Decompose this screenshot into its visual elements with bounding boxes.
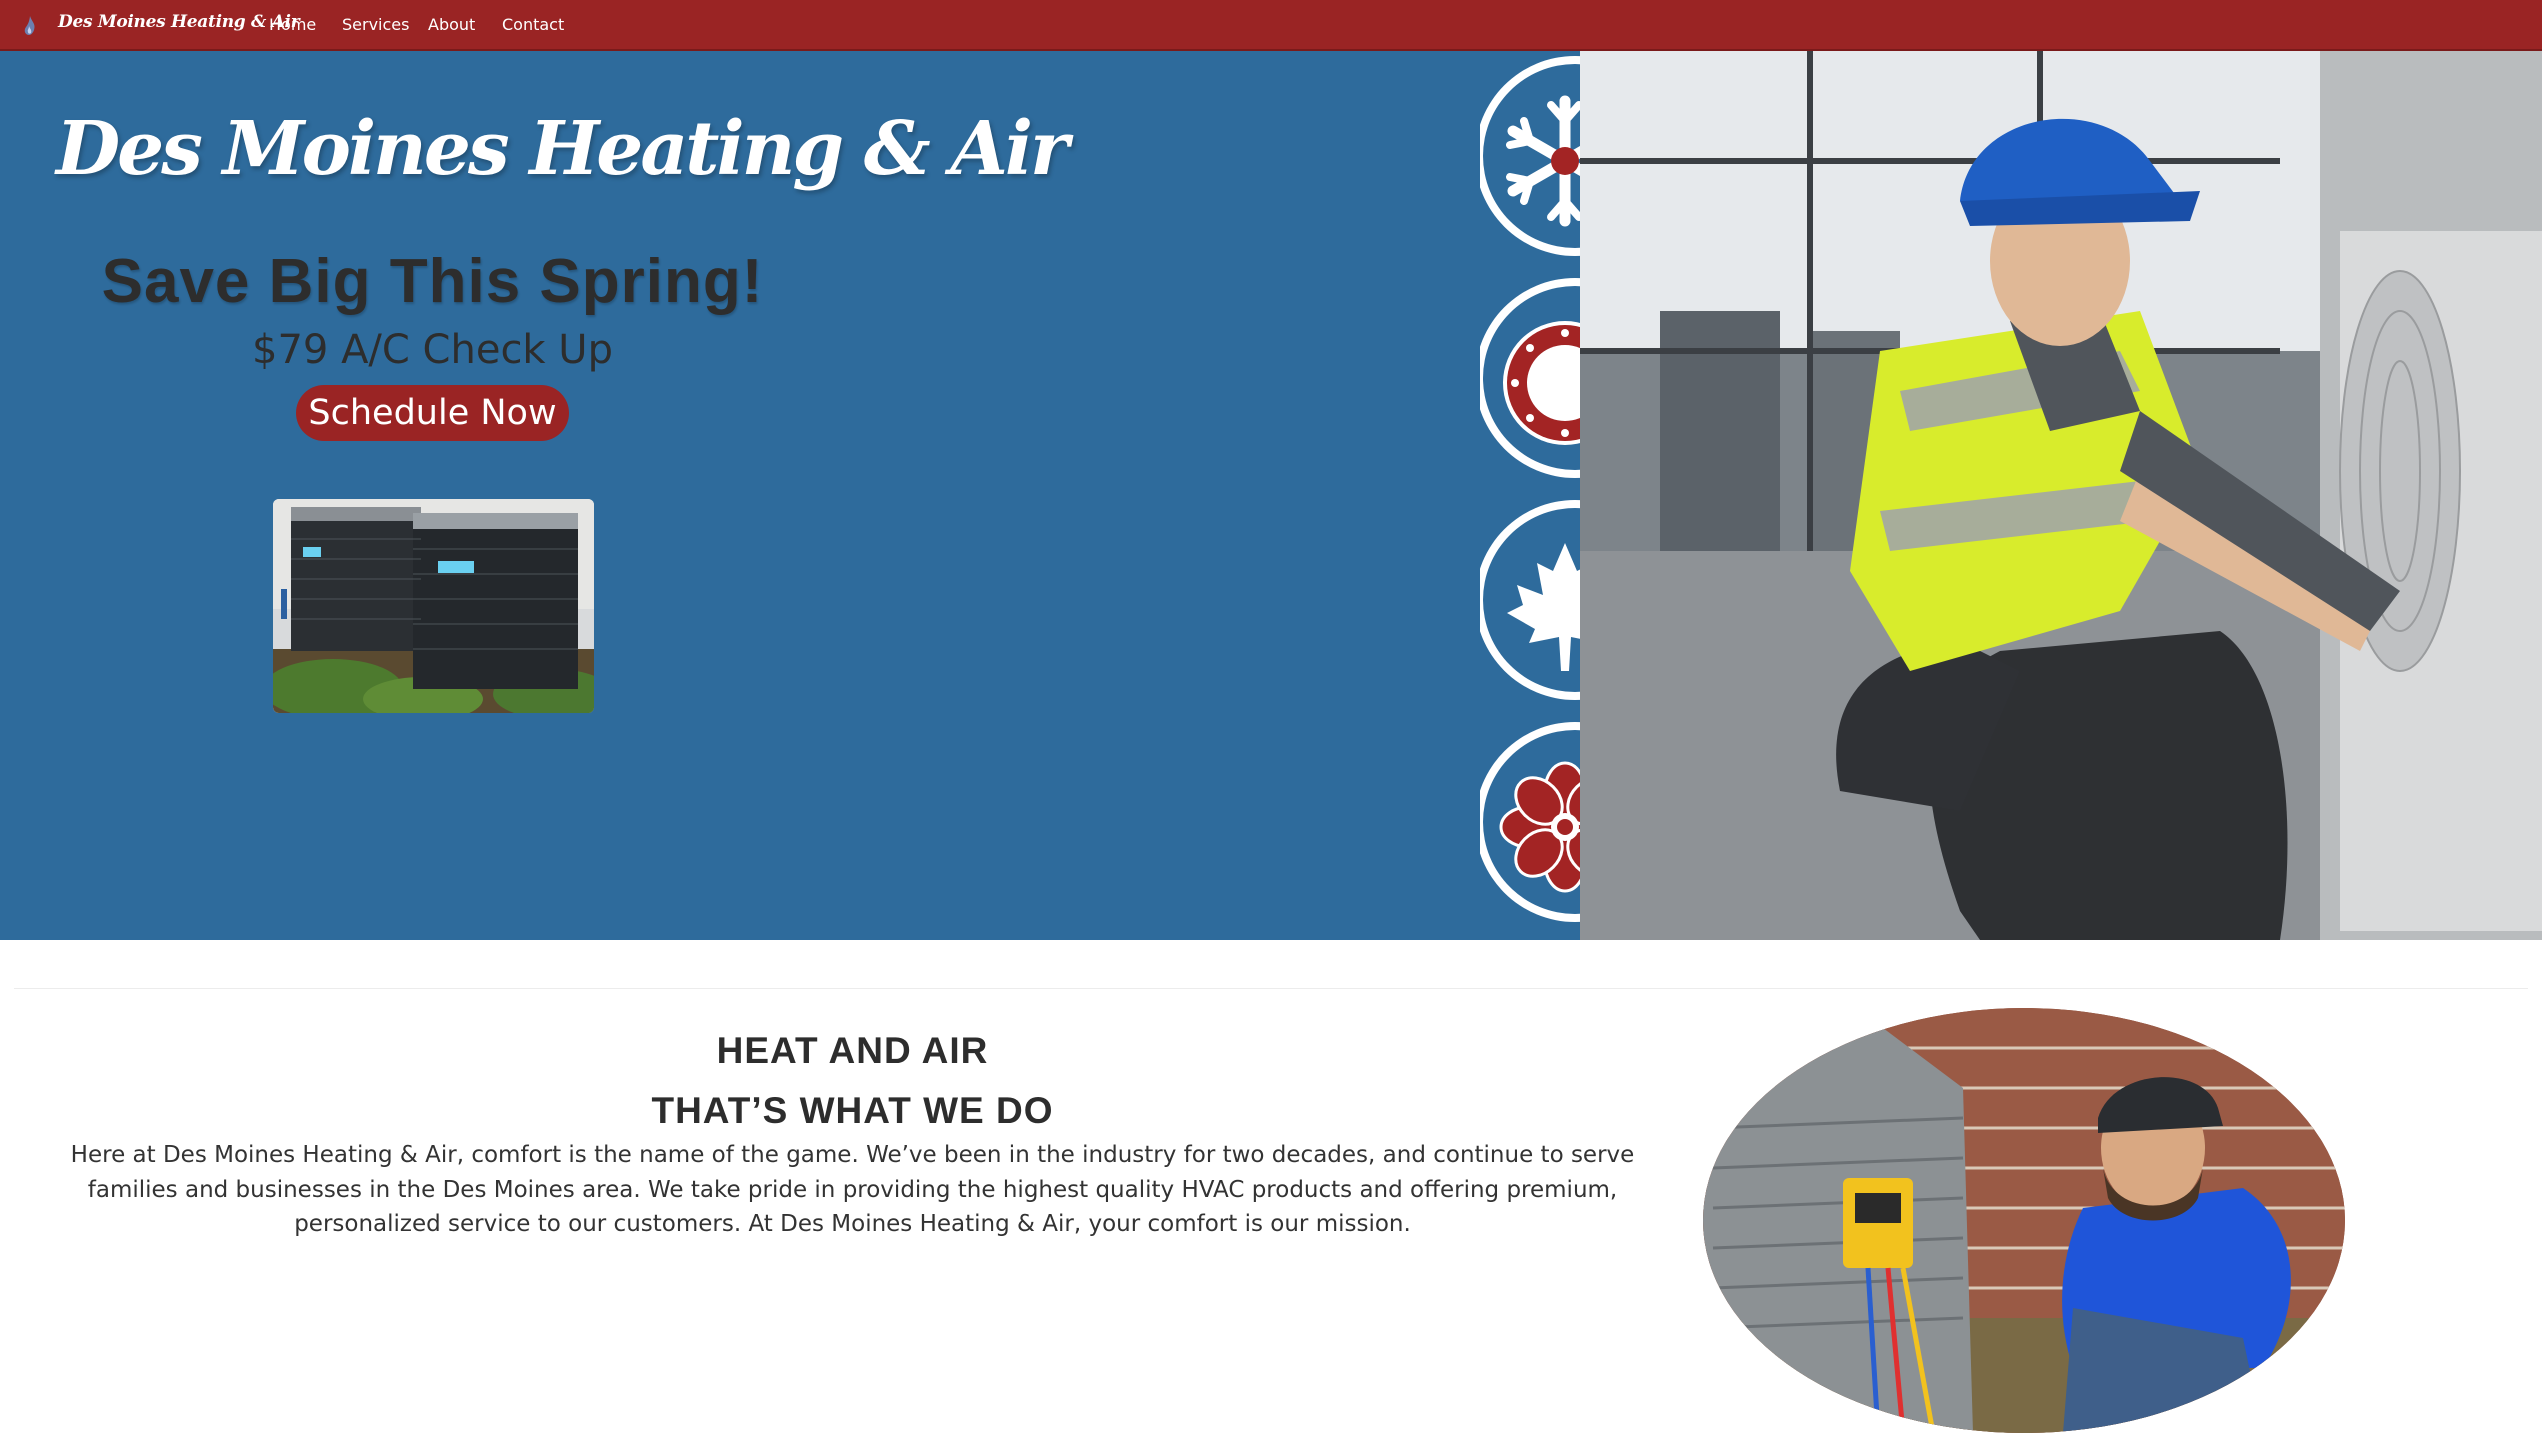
technician-oval-photo	[1703, 1008, 2345, 1433]
top-navbar: Des Moines Heating & Air Home Services A…	[0, 0, 2542, 51]
nav-link-home[interactable]: Home	[269, 15, 316, 34]
flame-logo-icon[interactable]	[20, 14, 40, 38]
nav-link-about[interactable]: About	[428, 15, 475, 34]
hero-section: Des Moines Heating & Air Save Big This S…	[0, 51, 2542, 940]
ac-units-photo	[273, 499, 594, 713]
nav-brand[interactable]: Des Moines Heating & Air	[58, 12, 300, 32]
section-divider	[14, 988, 2528, 989]
about-heading-line1: HEAT AND AIR	[716, 1030, 989, 1071]
technician-hero-photo	[1580, 51, 2542, 940]
about-heading-line2: THAT’S WHAT WE DO	[651, 1090, 1054, 1131]
about-body-text: Here at Des Moines Heating & Air, comfor…	[70, 1142, 1635, 1237]
promo-block: Save Big This Spring! $79 A/C Check Up S…	[40, 246, 825, 441]
hero-brand-title: Des Moines Heating & Air	[56, 106, 1069, 192]
schedule-now-button[interactable]: Schedule Now	[296, 385, 569, 441]
nav-link-services[interactable]: Services	[342, 15, 409, 34]
promo-headline: Save Big This Spring!	[101, 247, 764, 316]
nav-link-contact[interactable]: Contact	[502, 15, 564, 34]
promo-offer: $79 A/C Check Up	[252, 327, 613, 373]
